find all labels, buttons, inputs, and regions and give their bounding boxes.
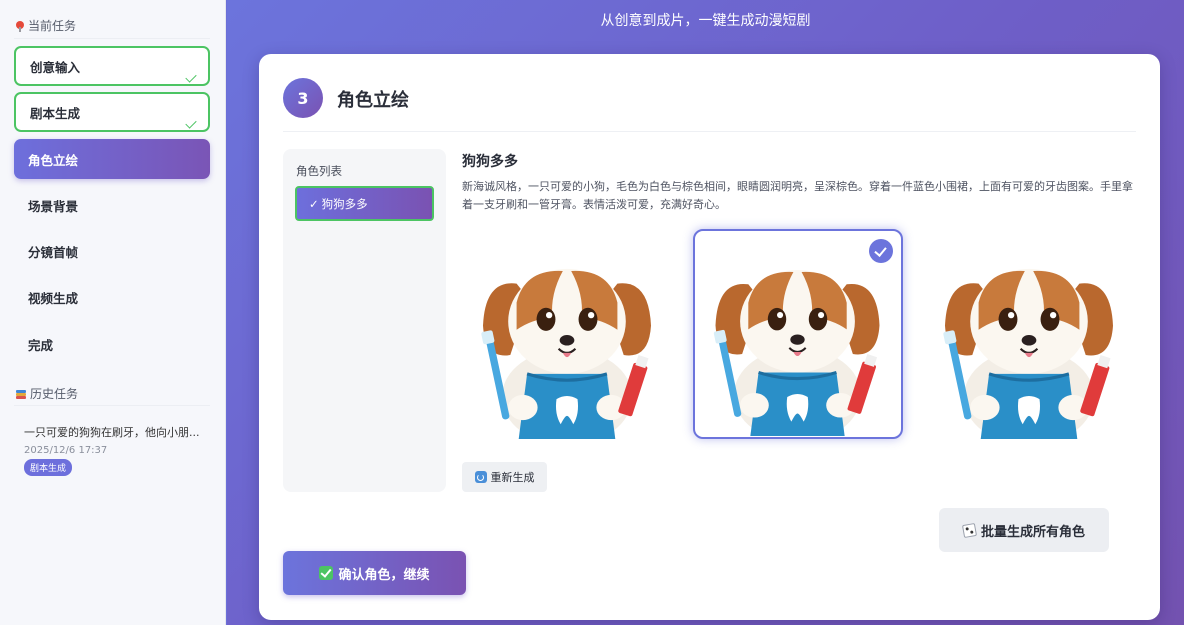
character-image-option[interactable] (462, 229, 672, 439)
task-label: 角色立绘 (28, 152, 79, 168)
history-title: 历史任务 (30, 387, 79, 401)
books-icon (16, 389, 26, 399)
character-image-option[interactable] (924, 229, 1134, 439)
task-step-idea-input[interactable]: 创意输入 (14, 46, 210, 86)
sidebar: 当前任务 创意输入 剧本生成 角色立绘 场景背景 分镜首帧 视频生成 完成 历史… (0, 0, 226, 625)
task-step-character[interactable]: 角色立绘 (14, 139, 210, 179)
task-label: 完成 (28, 337, 54, 353)
dog-portrait-image (924, 229, 1134, 439)
divider (283, 131, 1136, 132)
confirm-character-button[interactable]: 确认角色，继续 (283, 551, 466, 595)
dog-portrait-image (695, 231, 900, 436)
current-task-title: 当前任务 (28, 19, 77, 33)
step-card: 3 角色立绘 角色列表 ✓ 狗狗多多 狗狗多多 新海诚风格，一只可爱的小狗，毛色… (259, 54, 1160, 620)
task-label: 场景背景 (28, 198, 79, 214)
check-box-icon (319, 566, 334, 580)
task-step-scene[interactable]: 场景背景 (14, 185, 210, 225)
task-step-storyboard[interactable]: 分镜首帧 (14, 231, 210, 271)
history-item-title: 一只可爱的狗狗在刷牙，他向小朋... (24, 426, 200, 439)
history-item-date: 2025/12/6 17:37 (24, 445, 108, 456)
batch-generate-label: 批量生成所有角色 (980, 524, 1085, 540)
check-icon (185, 117, 197, 129)
character-description: 新海诚风格，一只可爱的小狗，毛色为白色与棕色相间，眼睛圆润明亮，呈深棕色。穿着一… (462, 180, 1133, 211)
step-title: 角色立绘 (337, 90, 409, 111)
history-header: 历史任务 (16, 385, 78, 402)
regenerate-label: 重新生成 (490, 471, 535, 484)
character-image-option-selected[interactable] (693, 229, 903, 439)
check-icon (185, 71, 197, 83)
pin-icon (16, 20, 24, 32)
divider (14, 405, 210, 406)
task-step-script[interactable]: 剧本生成 (14, 92, 210, 132)
step-number-badge: 3 (283, 78, 323, 118)
history-item[interactable]: 一只可爱的狗狗在刷牙，他向小朋... 2025/12/6 17:37 剧本生成 (24, 424, 214, 476)
character-list-title: 角色列表 (296, 164, 342, 178)
character-list-item-label: 狗狗多多 (321, 196, 368, 211)
confirm-label: 确认角色，继续 (338, 567, 430, 583)
main-area: 从创意到成片，一键生成动漫短剧 3 角色立绘 角色列表 ✓ 狗狗多多 狗狗多多 … (227, 0, 1184, 625)
divider (14, 38, 210, 39)
regenerate-button[interactable]: 重新生成 (462, 462, 547, 492)
character-name: 狗狗多多 (462, 154, 518, 170)
current-task-header: 当前任务 (16, 17, 76, 34)
dice-icon (961, 522, 978, 538)
task-step-video[interactable]: 视频生成 (14, 277, 210, 317)
refresh-icon (474, 471, 487, 483)
character-list-item[interactable]: ✓ 狗狗多多 (295, 186, 434, 221)
task-label: 剧本生成 (30, 105, 81, 121)
selected-check-icon (869, 239, 893, 263)
checkmark-icon: ✓ (309, 196, 319, 211)
batch-generate-button[interactable]: 批量生成所有角色 (939, 508, 1109, 552)
status-badge: 剧本生成 (24, 459, 73, 476)
dog-portrait-image (462, 229, 672, 439)
page-banner: 从创意到成片，一键生成动漫短剧 (600, 13, 811, 29)
task-label: 分镜首帧 (28, 244, 79, 260)
task-step-done[interactable]: 完成 (14, 324, 210, 364)
task-label: 视频生成 (28, 290, 79, 306)
task-label: 创意输入 (30, 59, 81, 75)
character-list-panel: 角色列表 ✓ 狗狗多多 (283, 149, 446, 492)
